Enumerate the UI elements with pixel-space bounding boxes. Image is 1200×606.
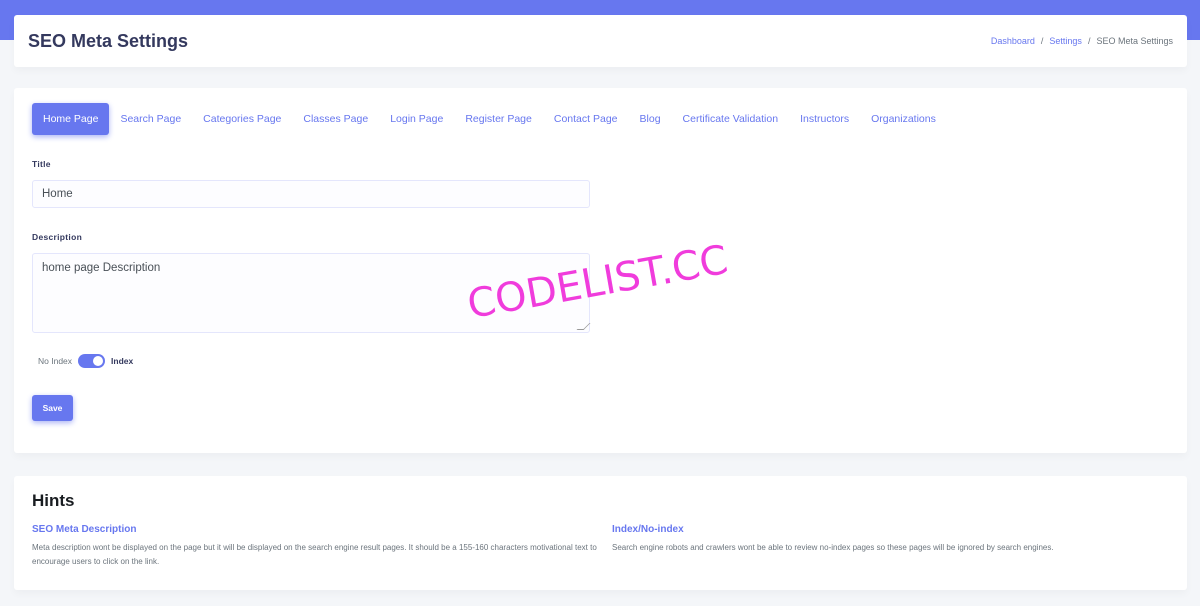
description-value: home page Description xyxy=(42,262,161,274)
breadcrumb-settings[interactable]: Settings xyxy=(1049,36,1082,46)
tab-instructors[interactable]: Instructors xyxy=(789,103,860,135)
title-label: Title xyxy=(32,159,51,169)
tab-certificate-validation[interactable]: Certificate Validation xyxy=(672,103,790,135)
toggle-knob xyxy=(93,356,104,366)
no-index-label: No Index xyxy=(38,356,73,366)
page-tabs: Home Page Search Page Categories Page Cl… xyxy=(32,103,947,135)
hints-title: Hints xyxy=(32,491,75,510)
breadcrumb-separator: / xyxy=(1087,36,1091,46)
hint-text: Meta description wont be displayed on th… xyxy=(32,543,597,566)
seo-settings-card: Home Page Search Page Categories Page Cl… xyxy=(14,88,1187,453)
hints-card: Hints SEO Meta Description Meta descript… xyxy=(14,476,1187,590)
hint-index-no-index: Index/No-index Search engine robots and … xyxy=(612,524,1182,555)
title-input[interactable]: Home xyxy=(32,180,590,208)
tab-register-page[interactable]: Register Page xyxy=(454,103,543,135)
tab-search-page[interactable]: Search Page xyxy=(109,103,192,135)
breadcrumb-dashboard[interactable]: Dashboard xyxy=(991,36,1035,46)
hint-title: SEO Meta Description xyxy=(32,524,137,535)
hint-seo-meta-description: SEO Meta Description Meta description wo… xyxy=(32,524,602,569)
hint-title: Index/No-index xyxy=(612,524,684,535)
tab-classes-page[interactable]: Classes Page xyxy=(292,103,379,135)
save-button[interactable]: Save xyxy=(32,395,73,421)
tab-login-page[interactable]: Login Page xyxy=(379,103,454,135)
resize-handle-icon[interactable] xyxy=(576,323,591,330)
breadcrumb-current: SEO Meta Settings xyxy=(1096,36,1173,46)
page-title: SEO Meta Settings xyxy=(28,30,189,51)
description-textarea[interactable]: home page Description xyxy=(32,253,591,333)
tab-contact-page[interactable]: Contact Page xyxy=(543,103,629,135)
tab-blog[interactable]: Blog xyxy=(629,103,672,135)
tab-home-page[interactable]: Home Page xyxy=(32,103,110,135)
tab-organizations[interactable]: Organizations xyxy=(860,103,947,135)
tab-categories-page[interactable]: Categories Page xyxy=(192,103,292,135)
page-header: SEO Meta Settings Dashboard / Settings /… xyxy=(14,15,1187,67)
breadcrumb-separator: / xyxy=(1040,36,1044,46)
index-toggle-switch[interactable] xyxy=(78,354,106,368)
description-label: Description xyxy=(32,232,83,242)
index-label: Index xyxy=(111,356,134,366)
hint-text: Search engine robots and crawlers wont b… xyxy=(612,543,1054,552)
breadcrumb: Dashboard / Settings / SEO Meta Settings xyxy=(991,36,1173,46)
index-toggle-row: No Index Index xyxy=(38,354,133,368)
